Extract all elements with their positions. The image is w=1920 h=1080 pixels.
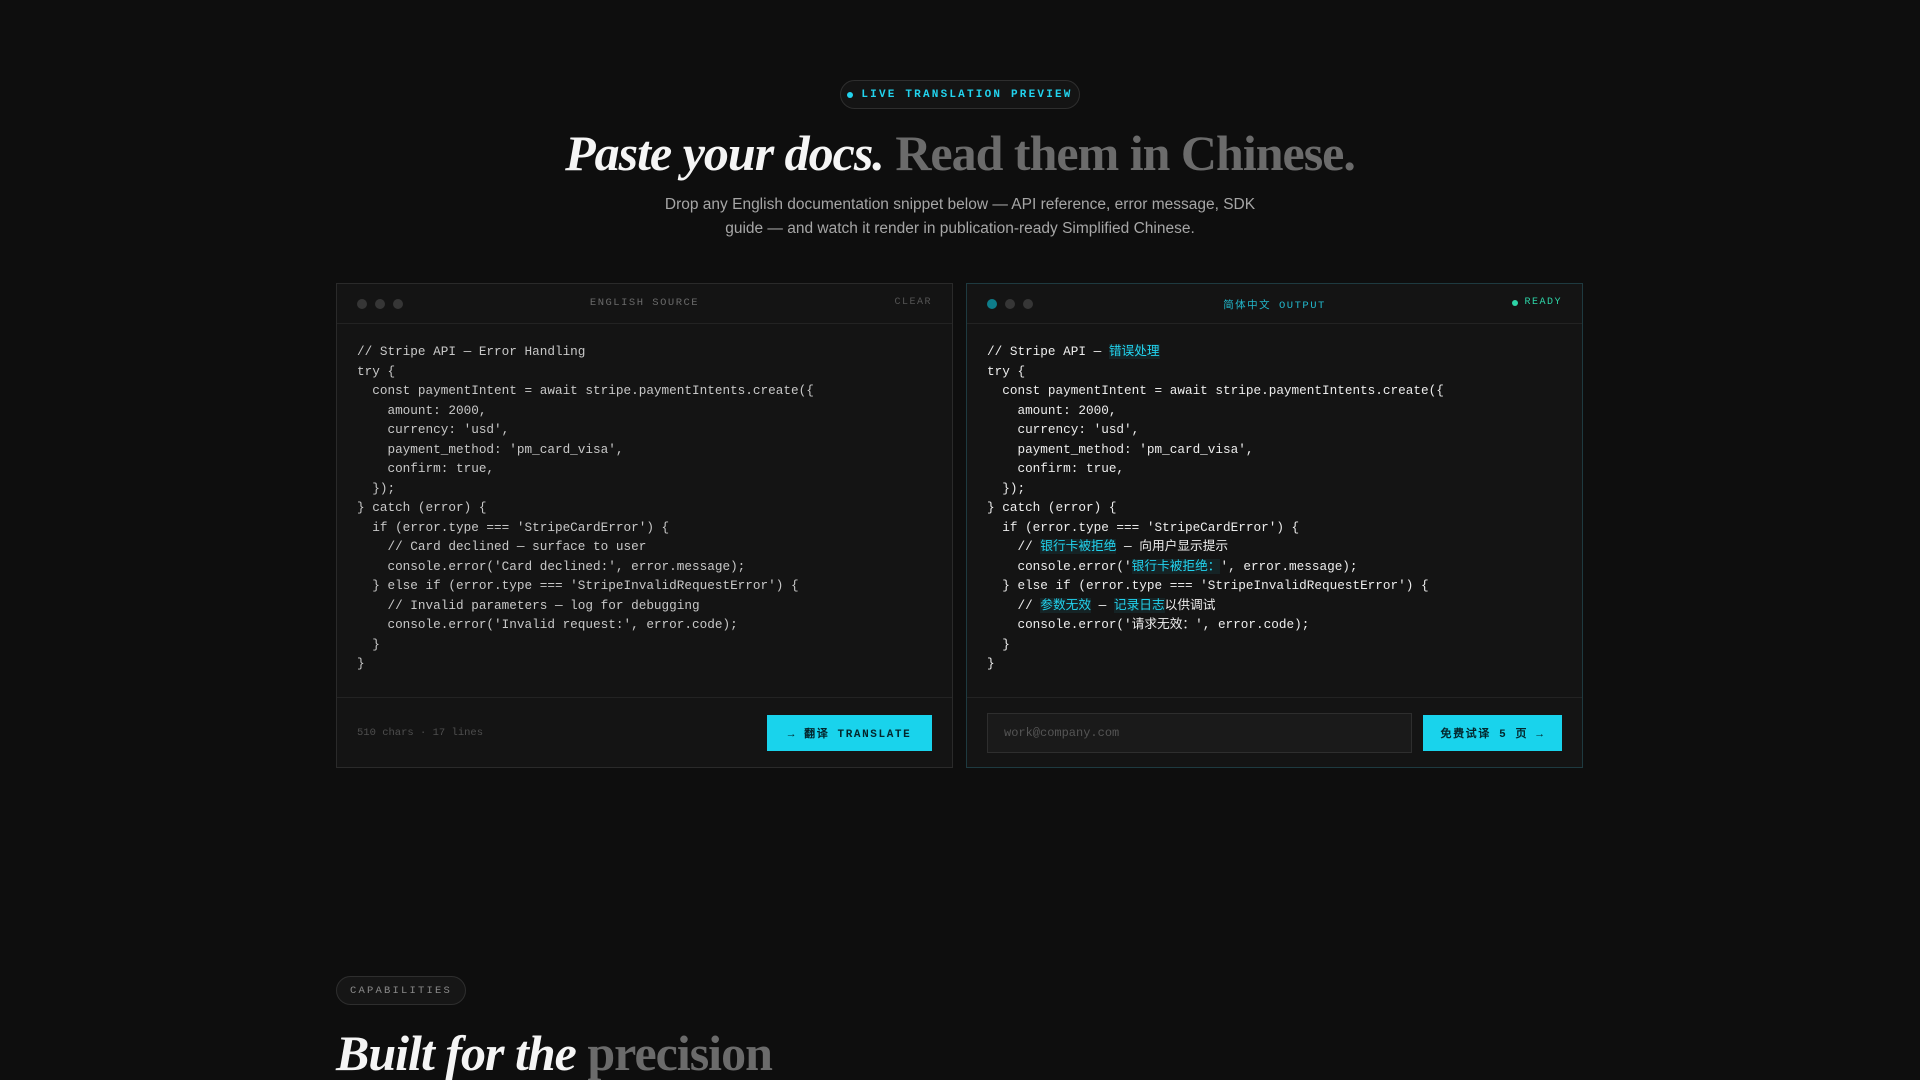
code-segment: — 向用户显示提示	[1116, 539, 1229, 554]
code-line: console.error('Card declined:', error.me…	[357, 558, 746, 574]
code-segment: ', error.message);	[1220, 558, 1358, 574]
email-field[interactable]	[987, 712, 1412, 753]
source-code-editor[interactable]: // Stripe API — Error Handling try { cons…	[337, 324, 952, 674]
code-line: // Stripe API — 错误处理	[987, 342, 1562, 362]
char-line-count: 510 chars · 17 lines	[357, 726, 484, 739]
code-line: currency: 'usd',	[987, 420, 1562, 440]
code-segment: } else if (error.type === 'StripeInvalid…	[987, 578, 1429, 593]
translated-term: 记录日志	[1113, 597, 1165, 613]
source-panel-header: ENGLISH SOURCE CLEAR	[337, 284, 952, 324]
code-line: confirm: true,	[987, 459, 1562, 479]
code-line: }	[357, 656, 365, 671]
code-segment: //	[987, 597, 1041, 613]
translated-term: 银行卡被拒绝：	[1131, 558, 1221, 574]
source-panel-footer: 510 chars · 17 lines → 翻译 TRANSLATE	[337, 697, 952, 767]
code-line: console.error('Invalid request:', error.…	[357, 617, 738, 632]
code-line: }	[987, 635, 1562, 655]
ready-status: READY	[1512, 297, 1562, 308]
hero-subtitle: Drop any English documentation snippet b…	[664, 196, 1256, 237]
code-line: const paymentIntent = await stripe.payme…	[357, 383, 814, 398]
translate-button[interactable]: → 翻译 TRANSLATE	[767, 714, 932, 751]
english-source-panel: ENGLISH SOURCE CLEAR // Stripe API — Err…	[336, 283, 953, 768]
code-segment: currency: 'usd',	[987, 422, 1140, 437]
live-dot-icon	[847, 91, 854, 98]
code-line: try {	[357, 363, 396, 379]
code-line: });	[987, 479, 1562, 499]
code-line: // Invalid parameters — log for debuggin…	[357, 597, 700, 613]
live-preview-badge: LIVE TRANSLATION PREVIEW	[840, 80, 1080, 109]
code-line: // 参数无效 — 记录日志以供调试	[987, 596, 1562, 616]
output-panel-title: 简体中文 OUTPUT	[1223, 300, 1326, 312]
translated-term: 错误处理	[1108, 344, 1160, 359]
free-trial-button[interactable]: 免费试译 5 页 →	[1423, 714, 1562, 751]
output-code-view: // Stripe API — 错误处理 try { const paymentI…	[967, 324, 1582, 674]
code-segment: const paymentIntent = await stripe.payme…	[987, 383, 1444, 398]
clear-button[interactable]: CLEAR	[894, 297, 932, 308]
code-line: amount: 2000,	[987, 401, 1562, 421]
code-segment: });	[987, 480, 1026, 496]
code-line: }	[357, 636, 380, 652]
code-segment: if (error.type === 'StripeCardError') {	[987, 519, 1300, 535]
code-segment: amount: 2000,	[987, 402, 1117, 418]
code-line: amount: 2000,	[357, 402, 487, 418]
code-segment: try {	[987, 363, 1026, 379]
code-line: });	[357, 480, 396, 496]
code-line: confirm: true,	[357, 461, 495, 476]
hero-title-muted: Read them in Chinese.	[895, 125, 1356, 181]
code-line: if (error.type === 'StripeCardError') {	[987, 518, 1562, 538]
code-segment: —	[1091, 597, 1114, 613]
translated-term: 银行卡被拒绝	[1040, 539, 1117, 554]
output-panel-header: 简体中文 OUTPUT READY	[967, 284, 1582, 324]
code-segment: confirm: true,	[987, 461, 1125, 476]
code-line: currency: 'usd',	[357, 422, 510, 437]
code-line: } catch (error) {	[987, 498, 1562, 518]
code-segment: }	[987, 656, 995, 671]
capabilities-title: Built for the precision	[336, 1024, 773, 1080]
output-panel-footer: 免费试译 5 页 →	[967, 697, 1582, 767]
chinese-output-panel: 简体中文 OUTPUT READY // Stripe API — 错误处理 tr…	[966, 283, 1583, 768]
code-segment: }	[987, 636, 1010, 652]
code-segment: //	[987, 539, 1041, 554]
capabilities-title-em: Built for the	[336, 1025, 577, 1080]
status-dot-icon	[1512, 299, 1519, 306]
capabilities-title-muted: precision	[587, 1025, 773, 1080]
hero-title: Paste your docs. Read them in Chinese.	[0, 124, 1920, 182]
code-line: payment_method: 'pm_card_visa',	[987, 440, 1562, 460]
ready-status-label: READY	[1524, 297, 1562, 308]
code-segment: } catch (error) {	[987, 500, 1117, 515]
source-panel-title: ENGLISH SOURCE	[589, 297, 700, 309]
capabilities-badge: CAPABILITIES	[336, 976, 466, 1005]
code-line: try {	[987, 362, 1562, 382]
code-line: }	[987, 654, 1562, 674]
code-line: const paymentIntent = await stripe.payme…	[987, 381, 1562, 401]
code-line: } else if (error.type === 'StripeInvalid…	[987, 576, 1562, 596]
code-line: console.error('请求无效：', error.code);	[987, 615, 1562, 635]
code-line: // Stripe API — Error Handling	[357, 344, 586, 359]
code-segment: console.error('请求无效：', error.code);	[987, 617, 1310, 632]
code-segment: payment_method: 'pm_card_visa',	[987, 441, 1254, 457]
code-line: payment_method: 'pm_card_visa',	[357, 441, 624, 457]
code-segment: 以供调试	[1164, 597, 1216, 613]
code-segment: // Stripe API —	[987, 344, 1109, 359]
translated-term: 参数无效	[1040, 597, 1092, 613]
live-preview-label: LIVE TRANSLATION PREVIEW	[861, 88, 1073, 101]
code-line: // 银行卡被拒绝 — 向用户显示提示	[987, 537, 1562, 557]
code-segment: console.error('	[987, 558, 1132, 574]
code-line: if (error.type === 'StripeCardError') {	[357, 519, 670, 535]
code-line: // Card declined — surface to user	[357, 539, 647, 554]
code-line: console.error('银行卡被拒绝：', error.message);	[987, 557, 1562, 577]
hero-title-em: Paste your docs.	[565, 125, 885, 181]
code-line: } else if (error.type === 'StripeInvalid…	[357, 578, 799, 593]
code-line: } catch (error) {	[357, 500, 487, 515]
